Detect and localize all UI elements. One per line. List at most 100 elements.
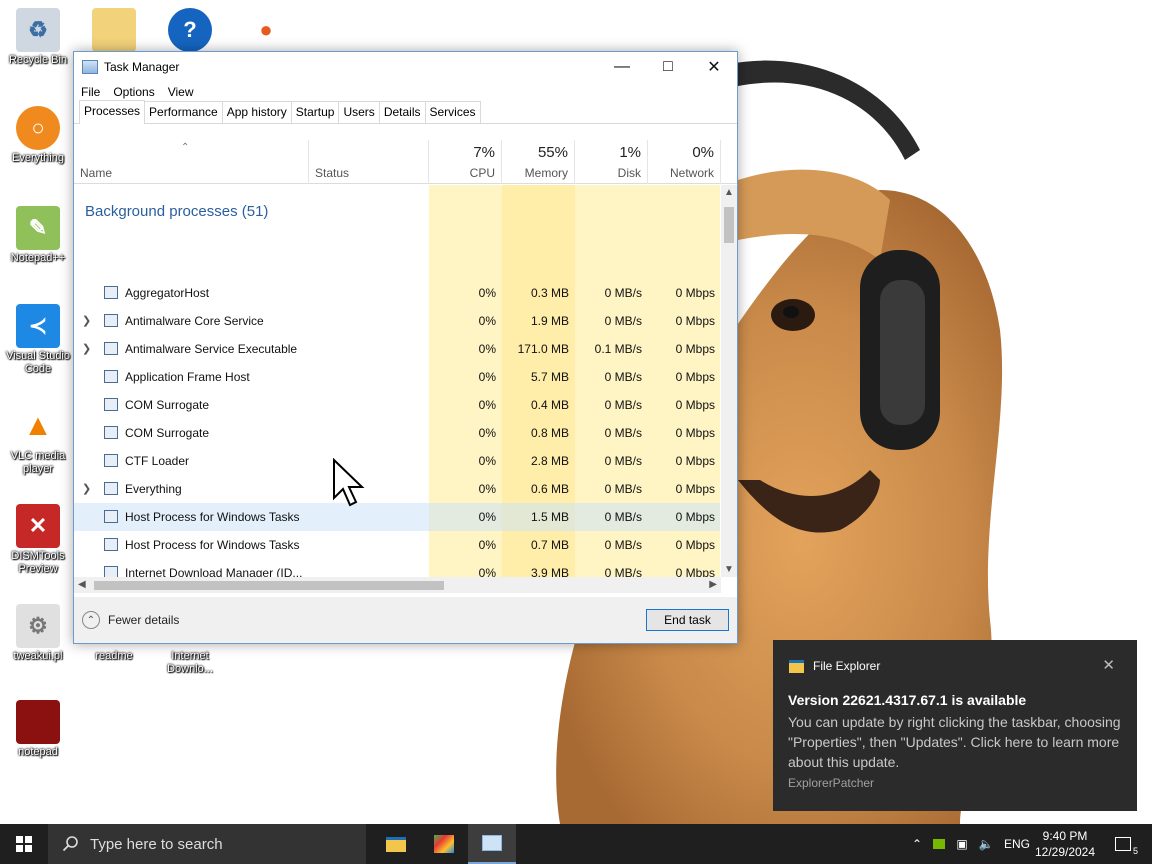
process-disk: 0 MB/s [604, 454, 642, 468]
process-cpu: 0% [478, 538, 496, 552]
toast-close-icon[interactable]: ✕ [1102, 656, 1115, 674]
search-placeholder: Type here to search [90, 835, 223, 853]
nvidia-icon[interactable] [928, 839, 950, 849]
column-header-status[interactable]: Status [309, 140, 429, 184]
tab-users[interactable]: Users [338, 101, 380, 123]
taskbar-task-manager[interactable] [468, 824, 516, 864]
process-disk: 0 MB/s [604, 370, 642, 384]
tab-app-history[interactable]: App history [221, 101, 292, 123]
desktop-icon-notepadpp[interactable]: ✎ Notepad++ [0, 206, 76, 265]
desktop-icon-label: Visual Studio Code [5, 350, 70, 375]
process-row[interactable]: Host Process for Windows Tasks 0% 1.5 MB 0 … [74, 503, 720, 531]
expand-chevron-icon[interactable]: ❯ [82, 314, 91, 327]
scroll-down-icon[interactable]: ▼ [724, 564, 734, 575]
desktop-icon-tweakui[interactable]: ⚙ tweakui.pl [0, 604, 76, 663]
folder-icon [386, 836, 406, 852]
start-button[interactable] [0, 824, 48, 864]
vertical-scrollbar[interactable]: ▲ ▼ [721, 185, 737, 577]
group-title[interactable]: Background processes (51) [85, 203, 268, 220]
menu-file[interactable]: File [81, 85, 100, 99]
column-label: Name [80, 166, 113, 180]
process-network: 0 Mbps [675, 314, 715, 328]
help-icon: ? [168, 8, 212, 52]
chevron-up-icon: ⌃ [82, 611, 100, 629]
process-disk: 0 MB/s [604, 286, 642, 300]
maximize-button[interactable]: □ [645, 52, 691, 82]
windows-logo-icon [16, 836, 32, 852]
taskbar-control-panel[interactable] [420, 824, 468, 864]
process-name: Everything [125, 482, 182, 496]
desktop-icon-notepad[interactable]: notepad [0, 700, 76, 759]
title-bar[interactable]: Task Manager — □ ✕ [74, 52, 737, 82]
tab-performance[interactable]: Performance [144, 101, 223, 123]
process-memory: 0.3 MB [530, 286, 569, 300]
desktop-icon-everything[interactable]: ○ Everything [0, 106, 76, 165]
taskbar-file-explorer[interactable] [372, 824, 420, 864]
tab-services[interactable]: Services [424, 101, 481, 123]
tab-details[interactable]: Details [378, 101, 426, 123]
process-row[interactable]: ❯ Everything 0% 0.6 MB 0 MB/s 0 Mbps [74, 475, 720, 503]
fewer-details-button[interactable]: ⌃ Fewer details [82, 611, 179, 629]
menu-options[interactable]: Options [113, 85, 154, 99]
process-list[interactable]: Background processes (51) AggregatorHost… [74, 185, 720, 577]
tab-startup[interactable]: Startup [290, 101, 340, 123]
scroll-right-icon[interactable]: ▶ [709, 579, 717, 590]
notification-toast[interactable]: File Explorer ✕ Version 22621.4317.67.1 … [773, 640, 1137, 811]
process-network: 0 Mbps [675, 566, 715, 577]
volume-muted-icon[interactable]: 🔈 [974, 837, 998, 851]
process-row[interactable]: COM Surrogate 0% 0.8 MB 0 MB/s 0 Mbps [74, 419, 720, 447]
column-header-disk[interactable]: 1% Disk [575, 140, 648, 184]
column-header-network[interactable]: 0% Network [648, 140, 721, 184]
process-icon [104, 538, 118, 551]
expand-chevron-icon[interactable]: ❯ [82, 342, 91, 355]
desktop-icon-folder[interactable] [76, 8, 152, 54]
column-header-name[interactable]: ⌃ Name [74, 140, 309, 184]
process-row[interactable]: Internet Download Manager (ID... 0% 3.9 MB… [74, 559, 720, 577]
desktop-icon-network-app[interactable]: ● [228, 8, 304, 54]
vertical-scroll-thumb[interactable] [724, 207, 734, 243]
process-row[interactable]: Application Frame Host 0% 5.7 MB 0 MB/s 0 Mb… [74, 363, 720, 391]
minimize-button[interactable]: — [599, 52, 645, 82]
process-row[interactable]: ❯ Antimalware Core Service 0% 1.9 MB 0 MB/s 0… [74, 307, 720, 335]
process-memory: 1.5 MB [530, 510, 569, 524]
process-row[interactable]: COM Surrogate 0% 0.4 MB 0 MB/s 0 Mbps [74, 391, 720, 419]
horizontal-scrollbar[interactable]: ◀ ▶ [74, 577, 721, 593]
menu-view[interactable]: View [168, 85, 194, 99]
scroll-up-icon[interactable]: ▲ [724, 187, 734, 198]
show-hidden-icons-icon[interactable]: ⌃ [906, 837, 928, 851]
notepad-icon [16, 700, 60, 744]
scroll-left-icon[interactable]: ◀ [78, 579, 86, 590]
vscode-icon: ≺ [16, 304, 60, 348]
control-panel-icon [434, 835, 454, 853]
fewer-details-label: Fewer details [108, 613, 180, 627]
task-manager-window[interactable]: Task Manager — □ ✕ File Options View Pro… [73, 51, 738, 644]
notepadpp-icon: ✎ [16, 206, 60, 250]
desktop-icon-recycle-bin[interactable]: ♻ Recycle Bin [0, 8, 76, 67]
column-header-row: ⌃ Name Status 7% CPU 55% Memory 1% Disk … [74, 140, 737, 184]
action-center-button[interactable]: 5 [1108, 824, 1138, 864]
process-row[interactable]: CTF Loader 0% 2.8 MB 0 MB/s 0 Mbps [74, 447, 720, 475]
toast-body[interactable]: You can update by right clicking the tas… [788, 712, 1123, 772]
network-icon[interactable]: ▣ [950, 837, 974, 851]
column-header-cpu[interactable]: 7% CPU [429, 140, 502, 184]
process-row[interactable]: ❯ Antimalware Service Executable 0% 171.0 M… [74, 335, 720, 363]
tab-processes[interactable]: Processes [79, 100, 146, 124]
desktop-icon-vlc[interactable]: ▲ VLC media player [0, 404, 76, 476]
desktop-icon-label: Recycle Bin [8, 54, 68, 66]
desktop-icon-help[interactable]: ? [152, 8, 228, 54]
taskbar: Type here to search ⌃ ▣ 🔈 ENG 9:40 PM 12… [0, 824, 1152, 864]
clock-date: 12/29/2024 [1034, 845, 1096, 859]
process-icon [104, 342, 118, 355]
process-disk: 0 MB/s [604, 538, 642, 552]
process-row[interactable]: Host Process for Windows Tasks 0% 0.7 MB 0 … [74, 531, 720, 559]
horizontal-scroll-thumb[interactable] [94, 581, 444, 590]
process-row[interactable]: AggregatorHost 0% 0.3 MB 0 MB/s 0 Mbps [74, 279, 720, 307]
taskbar-clock[interactable]: 9:40 PM 12/29/2024 [1030, 828, 1100, 860]
end-task-button[interactable]: End task [646, 609, 729, 631]
taskbar-search-box[interactable]: Type here to search [48, 824, 366, 864]
desktop-icon-dismtools[interactable]: ✕ DISMTools Preview [0, 504, 76, 576]
desktop-icon-vscode[interactable]: ≺ Visual Studio Code [0, 304, 76, 376]
column-header-memory[interactable]: 55% Memory [502, 140, 575, 184]
expand-chevron-icon[interactable]: ❯ [82, 482, 91, 495]
close-button[interactable]: ✕ [691, 52, 737, 82]
